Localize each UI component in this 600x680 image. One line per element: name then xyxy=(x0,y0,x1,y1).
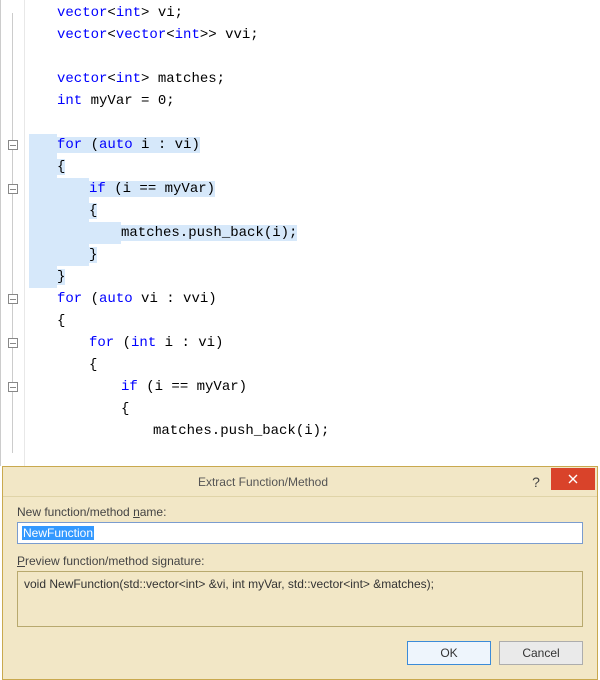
code-line: { xyxy=(29,156,600,178)
code-line: for (auto i : vi) xyxy=(29,134,600,156)
code-area[interactable]: vector<int> vi; vector<vector<int>> vvi;… xyxy=(25,0,600,466)
cancel-button[interactable]: Cancel xyxy=(499,641,583,665)
close-icon xyxy=(568,474,578,484)
code-line xyxy=(29,112,600,134)
fold-icon[interactable] xyxy=(8,140,18,150)
code-editor[interactable]: vector<int> vi; vector<vector<int>> vvi;… xyxy=(0,0,600,466)
fold-icon[interactable] xyxy=(8,294,18,304)
ok-button[interactable]: OK xyxy=(407,641,491,665)
code-line: for (int i : vi) xyxy=(29,332,600,354)
outline-gutter xyxy=(1,0,25,466)
fold-icon[interactable] xyxy=(8,382,18,392)
dialog-title: Extract Function/Method xyxy=(3,475,523,489)
function-name-input[interactable]: NewFunction xyxy=(17,522,583,544)
dialog-body: New function/method name: NewFunction Pr… xyxy=(3,497,597,679)
code-line: } xyxy=(29,244,600,266)
code-line xyxy=(29,46,600,68)
code-line: { xyxy=(29,354,600,376)
name-label: New function/method name: xyxy=(17,505,583,519)
code-line: { xyxy=(29,200,600,222)
dialog-titlebar[interactable]: Extract Function/Method ? xyxy=(3,467,597,497)
close-button[interactable] xyxy=(551,468,595,490)
code-line: if (i == myVar) xyxy=(29,178,600,200)
code-line xyxy=(29,442,600,464)
preview-label: Preview function/method signature: xyxy=(17,554,583,568)
fold-icon[interactable] xyxy=(8,338,18,348)
code-line: int myVar = 0; xyxy=(29,90,600,112)
signature-preview: void NewFunction(std::vector<int> &vi, i… xyxy=(17,571,583,627)
code-line: vector<vector<int>> vvi; xyxy=(29,24,600,46)
dialog-buttons: OK Cancel xyxy=(17,641,583,665)
code-line: { xyxy=(29,310,600,332)
code-line: if (i == myVar) xyxy=(29,376,600,398)
code-line: for (auto vi : vvi) xyxy=(29,288,600,310)
code-line: matches.push_back(i); xyxy=(29,420,600,442)
code-line: vector<int> vi; xyxy=(29,2,600,24)
extract-function-dialog: Extract Function/Method ? New function/m… xyxy=(2,466,598,680)
help-button[interactable]: ? xyxy=(523,471,549,493)
fold-icon[interactable] xyxy=(8,184,18,194)
code-line: } xyxy=(29,266,600,288)
code-line: { xyxy=(29,398,600,420)
code-line: matches.push_back(i); xyxy=(29,222,600,244)
code-line: vector<int> matches; xyxy=(29,68,600,90)
